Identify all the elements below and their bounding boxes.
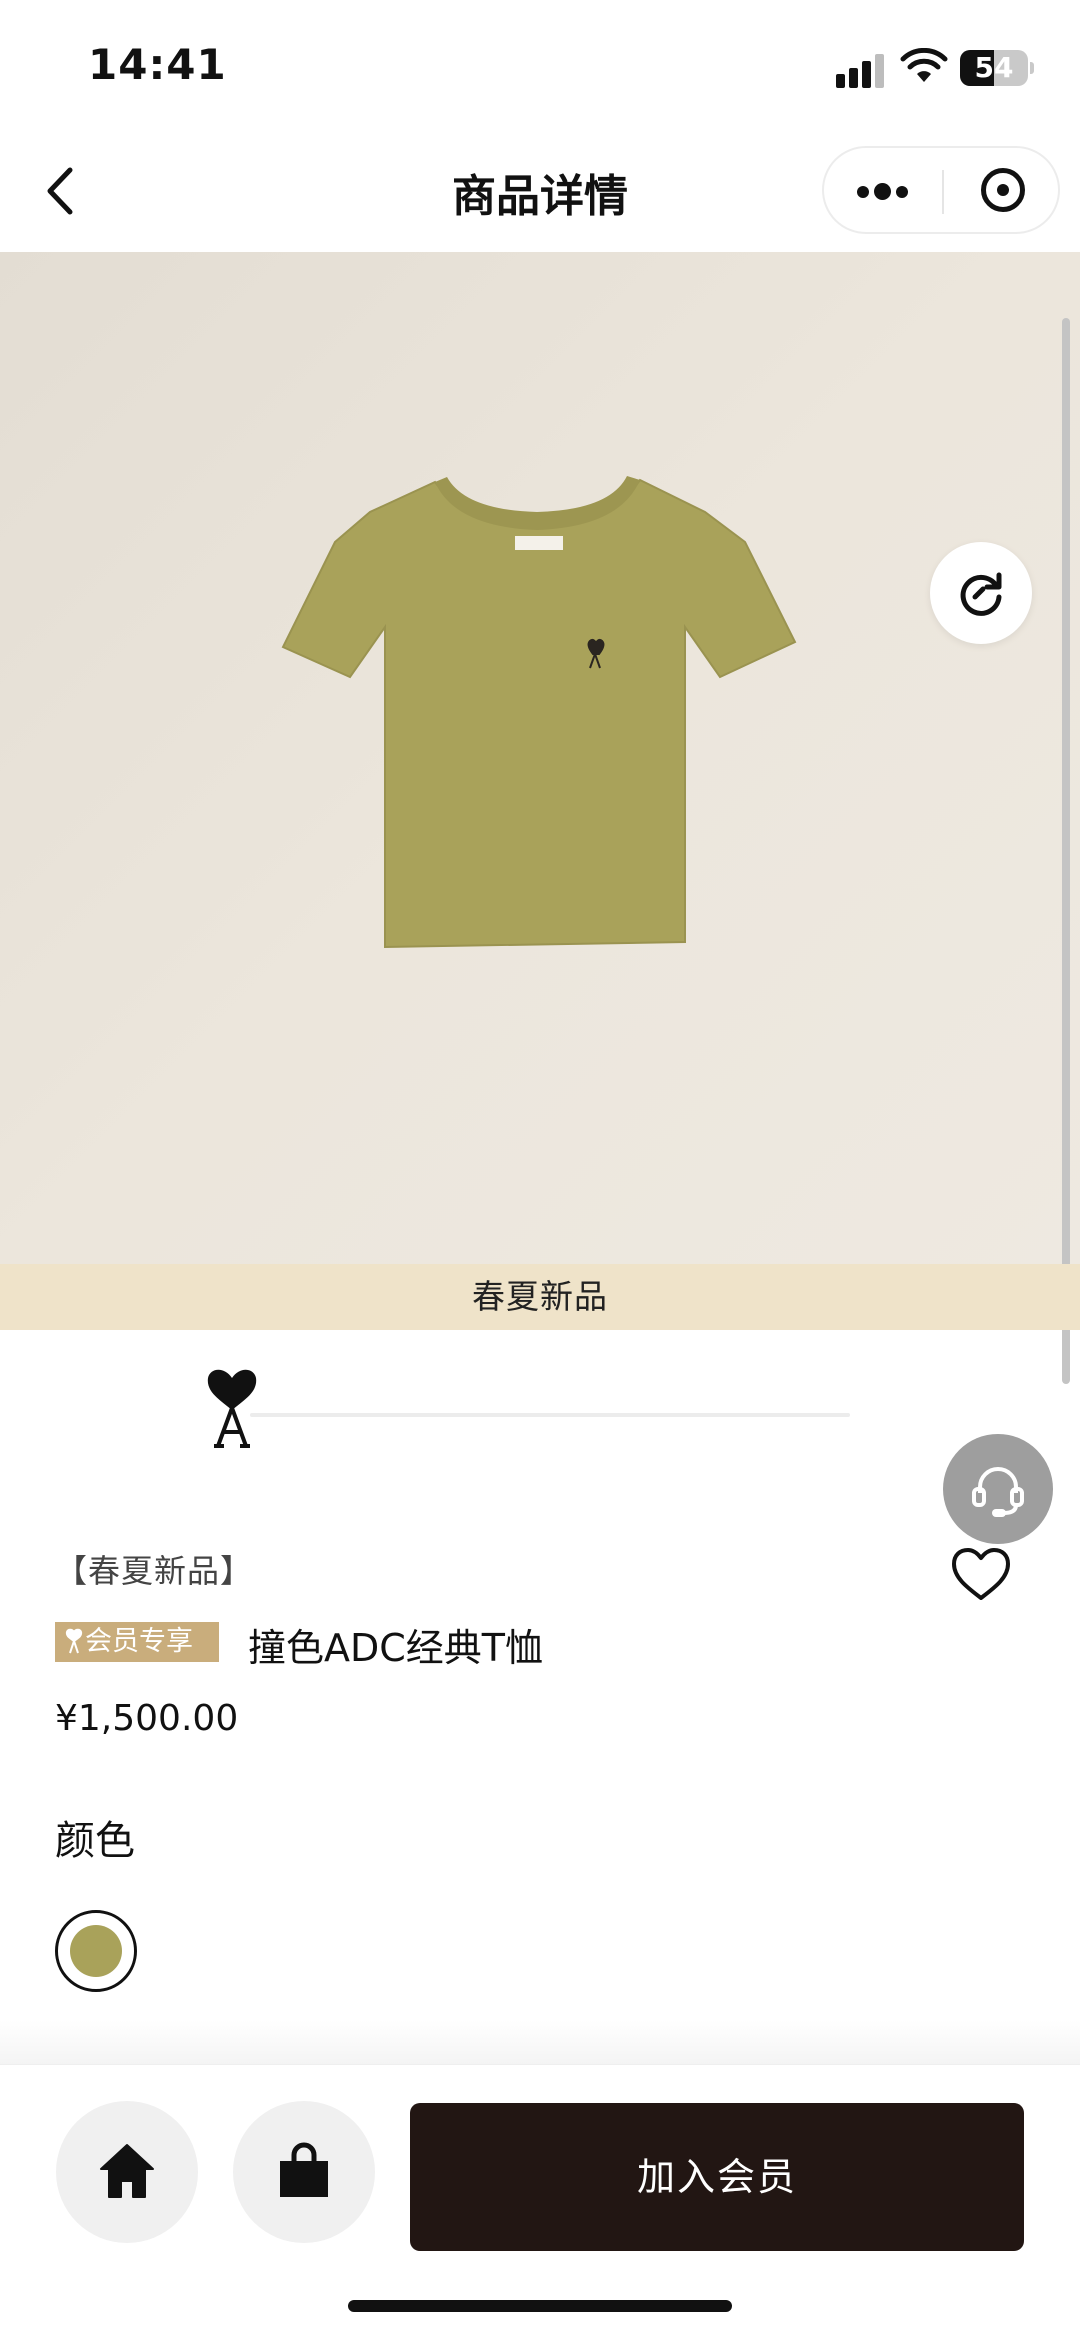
- close-miniprogram-button[interactable]: [944, 148, 1060, 232]
- brand-logo-icon: [207, 1369, 257, 1448]
- home-button[interactable]: [56, 2101, 198, 2243]
- product-detail-page: 14:41 54 商品详情 春夏新品 【春夏新品】 会员专享 撞色ADC经典T恤…: [0, 0, 1080, 2337]
- status-bar: 14:41 54: [0, 0, 1080, 130]
- tshirt-image: [281, 476, 797, 949]
- scroll-indicator[interactable]: [1062, 318, 1070, 1384]
- target-icon: [981, 168, 1025, 212]
- product-name: 撞色ADC经典T恤: [248, 1626, 544, 1670]
- image-progress-track: [250, 1413, 850, 1417]
- wifi-icon: [900, 48, 948, 82]
- refresh-button[interactable]: [930, 542, 1032, 644]
- product-price: ¥1,500.00: [55, 1698, 239, 1739]
- refresh-icon: [960, 572, 1002, 616]
- mini-program-capsule: [822, 146, 1060, 234]
- color-swatch-selected[interactable]: [55, 1910, 137, 1992]
- status-time: 14:41: [88, 40, 227, 89]
- member-badge-label: 会员专享: [85, 1626, 193, 1657]
- signal-icon: [836, 52, 886, 88]
- product-tag: 【春夏新品】: [55, 1552, 254, 1590]
- heart-icon[interactable]: [948, 1546, 1014, 1604]
- color-label: 颜色: [55, 1818, 135, 1864]
- battery-icon: 54: [960, 50, 1028, 86]
- product-image[interactable]: [0, 252, 1080, 1264]
- battery-level: 54: [974, 51, 1014, 84]
- brand-mini-icon: [65, 1628, 83, 1654]
- nav-bar: 商品详情: [0, 130, 1080, 252]
- shopping-bag-icon: [280, 2142, 328, 2197]
- shopping-bag-button[interactable]: [233, 2101, 375, 2243]
- member-badge: 会员专享: [55, 1622, 219, 1662]
- more-button[interactable]: [824, 148, 942, 232]
- headset-icon: [972, 1467, 1024, 1517]
- home-indicator[interactable]: [348, 2300, 732, 2312]
- home-icon: [100, 2144, 154, 2198]
- bottom-toolbar: 加入会员: [0, 2064, 1080, 2337]
- join-member-button[interactable]: 加入会员: [410, 2103, 1024, 2251]
- customer-service-button[interactable]: [943, 1434, 1053, 1544]
- season-banner: 春夏新品: [0, 1264, 1080, 1330]
